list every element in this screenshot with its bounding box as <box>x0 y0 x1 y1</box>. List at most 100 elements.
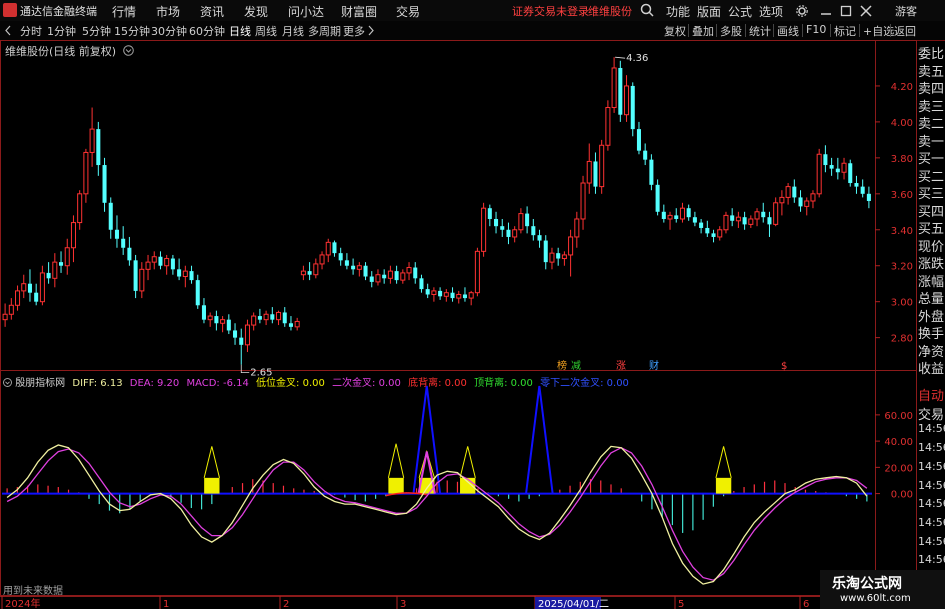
candle-body <box>667 214 673 220</box>
candle <box>494 211 499 234</box>
chart-canvas[interactable]: 4.20 4.00 3.80 3.60 3.40 3.20 3.00 2.80 4.36 2.… <box>0 0 945 609</box>
side-quote-label: 净资 <box>918 344 945 360</box>
candle <box>711 229 716 243</box>
side-quote-label: 买五 <box>918 222 945 237</box>
candle-body <box>182 270 188 278</box>
candle <box>512 226 518 243</box>
candle <box>300 265 306 281</box>
candle-body <box>773 202 779 225</box>
candle-body <box>717 229 723 238</box>
price-tick-label: 3.40 <box>891 226 913 237</box>
candle-body <box>848 163 853 184</box>
candle-body <box>835 168 840 173</box>
candle-body <box>89 128 95 153</box>
side-quote-label: 卖一 <box>918 134 945 150</box>
indicator-tick-label: 40.00 <box>884 437 913 448</box>
candle <box>239 328 244 365</box>
future-data-note: 用到未来数据 <box>3 586 63 597</box>
candle <box>549 247 555 270</box>
candle <box>400 269 406 284</box>
candle <box>586 143 592 194</box>
candle-body <box>823 154 828 166</box>
candle-body <box>860 186 865 194</box>
candle <box>543 235 548 270</box>
candle-body <box>761 211 766 218</box>
event-finance[interactable]: 财 <box>649 359 659 372</box>
candle <box>804 197 810 216</box>
candle-body <box>344 260 349 266</box>
candle <box>233 323 238 345</box>
candle <box>394 265 399 284</box>
candle <box>338 247 343 266</box>
x-tick-label: 1 <box>163 599 169 609</box>
candle-body <box>15 290 21 306</box>
candle-body <box>767 217 772 225</box>
candle-body <box>226 319 231 331</box>
candle-body <box>34 292 39 302</box>
candle-body <box>145 261 151 270</box>
event-reduce[interactable]: 减 <box>571 360 581 372</box>
candle <box>593 152 598 194</box>
candle-body <box>387 270 393 279</box>
event-dollar[interactable]: $ <box>781 361 787 372</box>
side-quote-label: 外盘 <box>918 309 945 325</box>
side-quote-label: 委比 <box>918 47 945 62</box>
candle <box>816 148 822 198</box>
candle <box>201 298 206 324</box>
candle-body <box>531 226 536 236</box>
candle <box>487 204 492 227</box>
candle <box>748 215 754 228</box>
candle <box>450 287 455 302</box>
candle-body <box>382 274 387 279</box>
candle <box>649 154 654 191</box>
candle <box>356 262 362 277</box>
indicator-menu-icon[interactable] <box>3 378 12 387</box>
candle-body <box>189 271 194 281</box>
candle-body <box>816 153 822 195</box>
candle-body <box>829 165 834 169</box>
candle-body <box>2 313 8 321</box>
candle-body <box>356 265 362 270</box>
candle <box>568 229 574 277</box>
candle <box>556 247 561 266</box>
candle <box>518 208 524 234</box>
candle <box>829 157 834 176</box>
candle <box>854 175 859 194</box>
side-quote-label: 卖二 <box>918 117 945 132</box>
candle-body <box>556 253 561 259</box>
candle <box>618 60 623 122</box>
candle-body <box>425 289 430 295</box>
candle-body <box>263 313 269 321</box>
candle <box>761 202 766 223</box>
candle-body <box>300 270 306 276</box>
signal-triangle <box>459 446 476 478</box>
candle <box>474 247 480 297</box>
high-price-label: 4.36 <box>626 53 648 64</box>
candle-body <box>83 151 89 195</box>
candle-body <box>543 240 548 263</box>
side-quote-label: 总量 <box>918 292 945 307</box>
candle-body <box>487 208 492 219</box>
candle <box>699 218 704 234</box>
candle <box>798 190 803 212</box>
time-x-axis: 2024年 1 2 3 2025/04/01/二 5 6 <box>0 596 875 609</box>
side-quote-label: 现价 <box>918 239 945 255</box>
candle <box>226 314 231 335</box>
candle-body <box>549 252 555 263</box>
candle-body <box>307 271 312 275</box>
candle-body <box>686 208 691 218</box>
event-limit-up[interactable]: 涨 <box>616 360 626 372</box>
event-rank[interactable]: 榜 <box>557 359 567 372</box>
side-tick-label: 14:56 <box>918 553 945 567</box>
candle-body <box>313 263 319 276</box>
candle-body <box>779 196 785 204</box>
macd-label: MACD: -6.14 <box>186 378 249 389</box>
candle-body <box>102 165 107 203</box>
candle <box>189 265 194 284</box>
x-tick-label: 2024年 <box>5 597 40 609</box>
price-tick-label: 3.60 <box>891 190 913 201</box>
candle <box>574 211 580 248</box>
indicator-name[interactable]: 殷朋指标网 <box>15 378 65 389</box>
side-quote-label: 收益 <box>918 362 945 377</box>
watermark-title: 乐淘公式网 <box>832 576 902 592</box>
